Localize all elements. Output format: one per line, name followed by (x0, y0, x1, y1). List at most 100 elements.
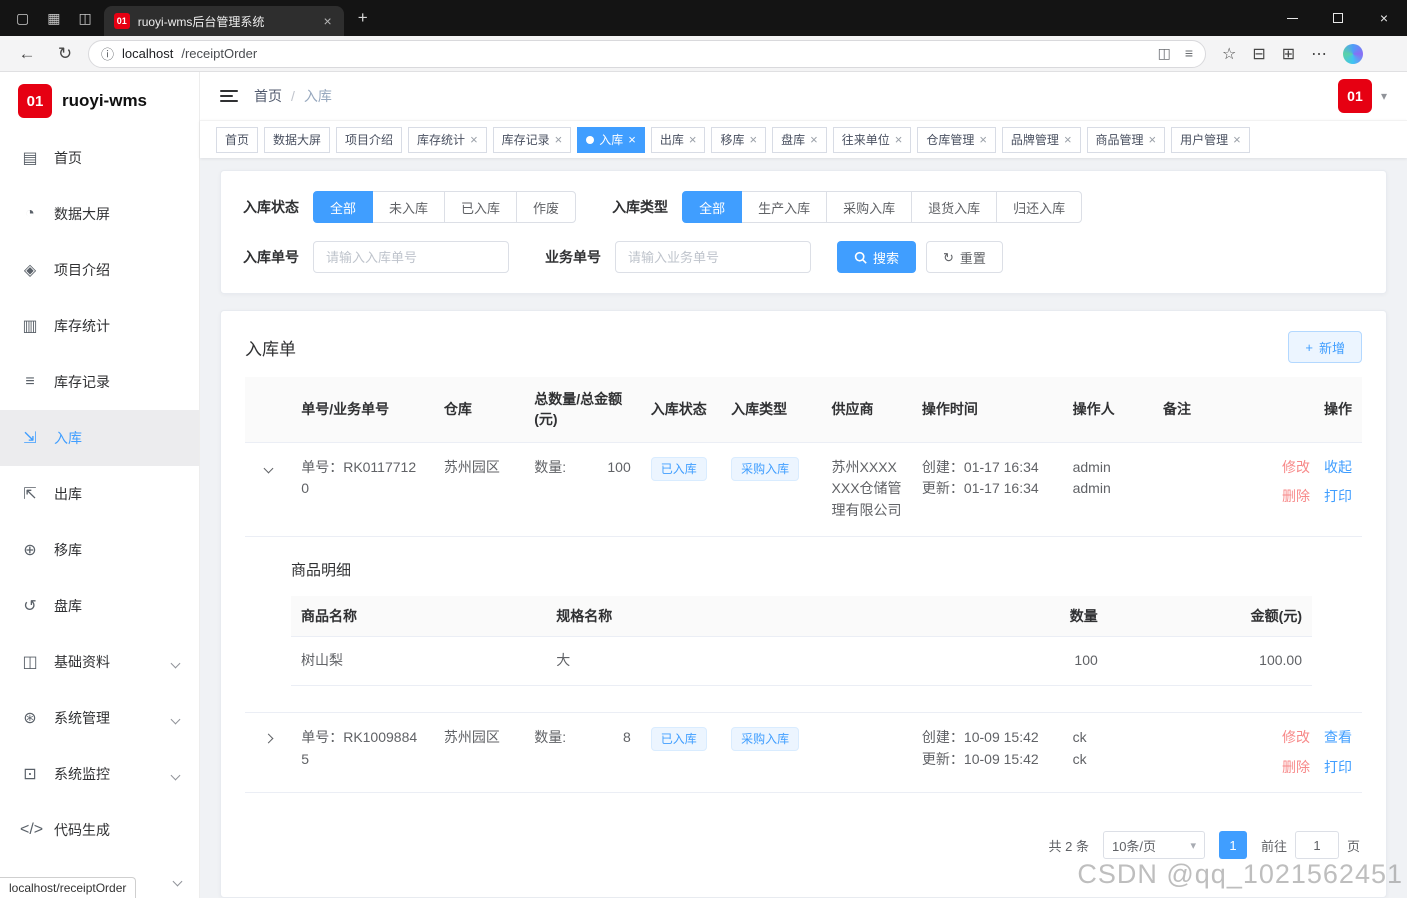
close-icon[interactable]: × (895, 133, 903, 146)
sidebar-item-code-gen[interactable]: </> 代码生成 (0, 802, 199, 858)
move-icon: ⊕ (23, 542, 37, 559)
page-1-button[interactable]: 1 (1218, 831, 1247, 859)
close-icon[interactable]: × (555, 133, 563, 146)
close-icon[interactable]: × (470, 133, 478, 146)
search-button[interactable]: 搜索 (837, 241, 917, 273)
minimize-button[interactable] (1269, 0, 1315, 36)
reading-mode-icon[interactable]: ≡ (1185, 45, 1193, 62)
type-badge: 采购入库 (731, 456, 800, 481)
back-icon[interactable]: ← (12, 45, 42, 62)
tag-tab-stocktake[interactable]: 盘库 × (772, 126, 827, 153)
view-link[interactable]: 查看 (1324, 727, 1352, 749)
sidebar-item-outbound[interactable]: ⇱ 出库 (0, 466, 199, 522)
close-window-button[interactable]: × (1361, 0, 1407, 36)
close-icon[interactable]: × (979, 133, 987, 146)
collapse-row-icon[interactable] (263, 459, 274, 475)
edit-link[interactable]: 修改 (1282, 457, 1310, 479)
status-option-void[interactable]: 作废 (516, 191, 577, 223)
close-icon[interactable]: × (750, 133, 758, 146)
sidebar-item-dashboard[interactable]: ◔ 数据大屏 (0, 186, 199, 242)
tag-tab-move[interactable]: 移库 × (711, 126, 767, 153)
sidebar-item-label: 移库 (54, 542, 82, 558)
more-menu-icon[interactable]: ⋯ (1311, 44, 1327, 64)
workspaces-icon[interactable]: ▦ (47, 11, 60, 25)
refresh-icon[interactable]: ↻ (50, 45, 80, 62)
type-option-purchase[interactable]: 采购入库 (826, 191, 913, 223)
sidebar-item-move[interactable]: ⊕ 移库 (0, 522, 199, 578)
tag-tab-inbound[interactable]: 入库 × (577, 126, 645, 153)
user-menu[interactable]: 01 ▾ (1337, 79, 1387, 113)
browser-tab[interactable]: 01 ruoyi-wms后台管理系统 × (103, 6, 344, 36)
status-option-all[interactable]: 全部 (313, 191, 374, 223)
tab-close-icon[interactable]: × (322, 14, 334, 28)
close-icon[interactable]: × (1149, 133, 1157, 146)
sidebar-item-label: 系统管理 (54, 710, 110, 726)
status-option-pending[interactable]: 未入库 (372, 191, 446, 223)
goto-page-input[interactable] (1294, 831, 1339, 859)
tab-groups-icon[interactable]: ◫ (78, 11, 91, 25)
site-info-icon[interactable]: ⓘ (101, 44, 114, 63)
sidebar-item-system-manage[interactable]: ⊛ 系统管理 (0, 690, 199, 746)
sidebar-bottom-chevron-icon[interactable] (172, 872, 183, 888)
tag-tab-brand-manage[interactable]: 品牌管理 × (1001, 126, 1081, 153)
tag-tab-dashboard[interactable]: 数据大屏 (264, 126, 331, 153)
biz-no-input[interactable] (615, 241, 811, 273)
sidebar-item-inventory-stats[interactable]: ▥ 库存统计 (0, 298, 199, 354)
sidebar-item-home[interactable]: ▤ 首页 (0, 130, 199, 186)
print-link[interactable]: 打印 (1324, 486, 1352, 508)
extensions-icon[interactable]: ⊞ (1282, 44, 1295, 64)
sidebar-item-base-data[interactable]: ◫ 基础资料 (0, 634, 199, 690)
close-icon[interactable]: × (1233, 133, 1241, 146)
split-screen-icon[interactable]: ◫ (1158, 45, 1171, 62)
close-icon[interactable]: × (810, 133, 818, 146)
expand-row-icon[interactable] (263, 729, 274, 745)
address-bar[interactable]: ⓘ localhost/receiptOrder ◫ ≡ (88, 39, 1206, 68)
tag-tab-warehouse-manage[interactable]: 仓库管理 × (917, 126, 996, 153)
maximize-button[interactable] (1315, 0, 1361, 36)
order-no-input[interactable] (313, 241, 509, 273)
tag-tab-user-manage[interactable]: 用户管理 × (1171, 126, 1250, 153)
tag-tab-home[interactable]: 首页 (216, 126, 259, 153)
delete-link[interactable]: 删除 (1282, 757, 1310, 779)
chevron-down-icon (170, 766, 181, 782)
print-link[interactable]: 打印 (1324, 757, 1352, 779)
vertical-tabs-icon[interactable]: ▢ (16, 11, 29, 25)
reset-button[interactable]: ↻ 重置 (926, 241, 1003, 273)
table-row: 单号：RK10098845 苏州园区 数量: 8 已入库 采购入库 创建：10-0… (245, 712, 1362, 794)
sidebar-item-label: 项目介绍 (54, 262, 110, 278)
tag-tab-project-intro[interactable]: 项目介绍 (336, 126, 403, 153)
sidebar-item-inbound[interactable]: ⇲ 入库 (0, 410, 199, 466)
breadcrumb-home[interactable]: 首页 (254, 86, 282, 106)
new-tab-button[interactable]: + (344, 0, 382, 36)
menu-fold-icon[interactable] (220, 90, 238, 102)
sidebar-item-project-intro[interactable]: ◈ 项目介绍 (0, 242, 199, 298)
collapse-link[interactable]: 收起 (1324, 457, 1352, 479)
status-option-done[interactable]: 已入库 (444, 191, 518, 223)
tag-tab-inventory-records[interactable]: 库存记录 × (492, 126, 572, 153)
type-option-return[interactable]: 退货入库 (911, 191, 998, 223)
app-logo[interactable]: 01 ruoyi-wms (0, 72, 199, 130)
delete-link[interactable]: 删除 (1282, 486, 1310, 508)
type-option-production[interactable]: 生产入库 (741, 191, 828, 223)
close-icon[interactable]: × (689, 133, 697, 146)
favorite-star-icon[interactable]: ☆ (1222, 44, 1236, 64)
sidebar-item-system-monitor[interactable]: ⊡ 系统监控 (0, 746, 199, 802)
collections-icon[interactable]: ⊟ (1252, 44, 1265, 64)
pagination: 共 2 条 10条/页 ▾ 1 前往 页 (245, 809, 1362, 877)
sidebar-item-stocktake[interactable]: ↺ 盘库 (0, 578, 199, 634)
refresh-icon: ↻ (943, 249, 954, 265)
search-icon (854, 251, 867, 264)
tag-tab-goods-manage[interactable]: 商品管理 × (1086, 126, 1166, 153)
tag-tab-inventory-stats[interactable]: 库存统计 × (408, 126, 487, 153)
type-option-giveback[interactable]: 归还入库 (996, 191, 1083, 223)
tag-tab-partners[interactable]: 往来单位 × (832, 126, 912, 153)
close-icon[interactable]: × (1064, 133, 1072, 146)
edit-link[interactable]: 修改 (1282, 727, 1310, 749)
type-option-all[interactable]: 全部 (682, 191, 743, 223)
add-button[interactable]: + 新增 (1288, 331, 1362, 363)
tag-tab-outbound[interactable]: 出库 × (650, 126, 706, 153)
close-icon[interactable]: × (628, 133, 636, 146)
page-size-select[interactable]: 10条/页 ▾ (1102, 831, 1205, 859)
copilot-icon[interactable] (1343, 43, 1364, 64)
sidebar-item-inventory-records[interactable]: ≡ 库存记录 (0, 354, 199, 410)
